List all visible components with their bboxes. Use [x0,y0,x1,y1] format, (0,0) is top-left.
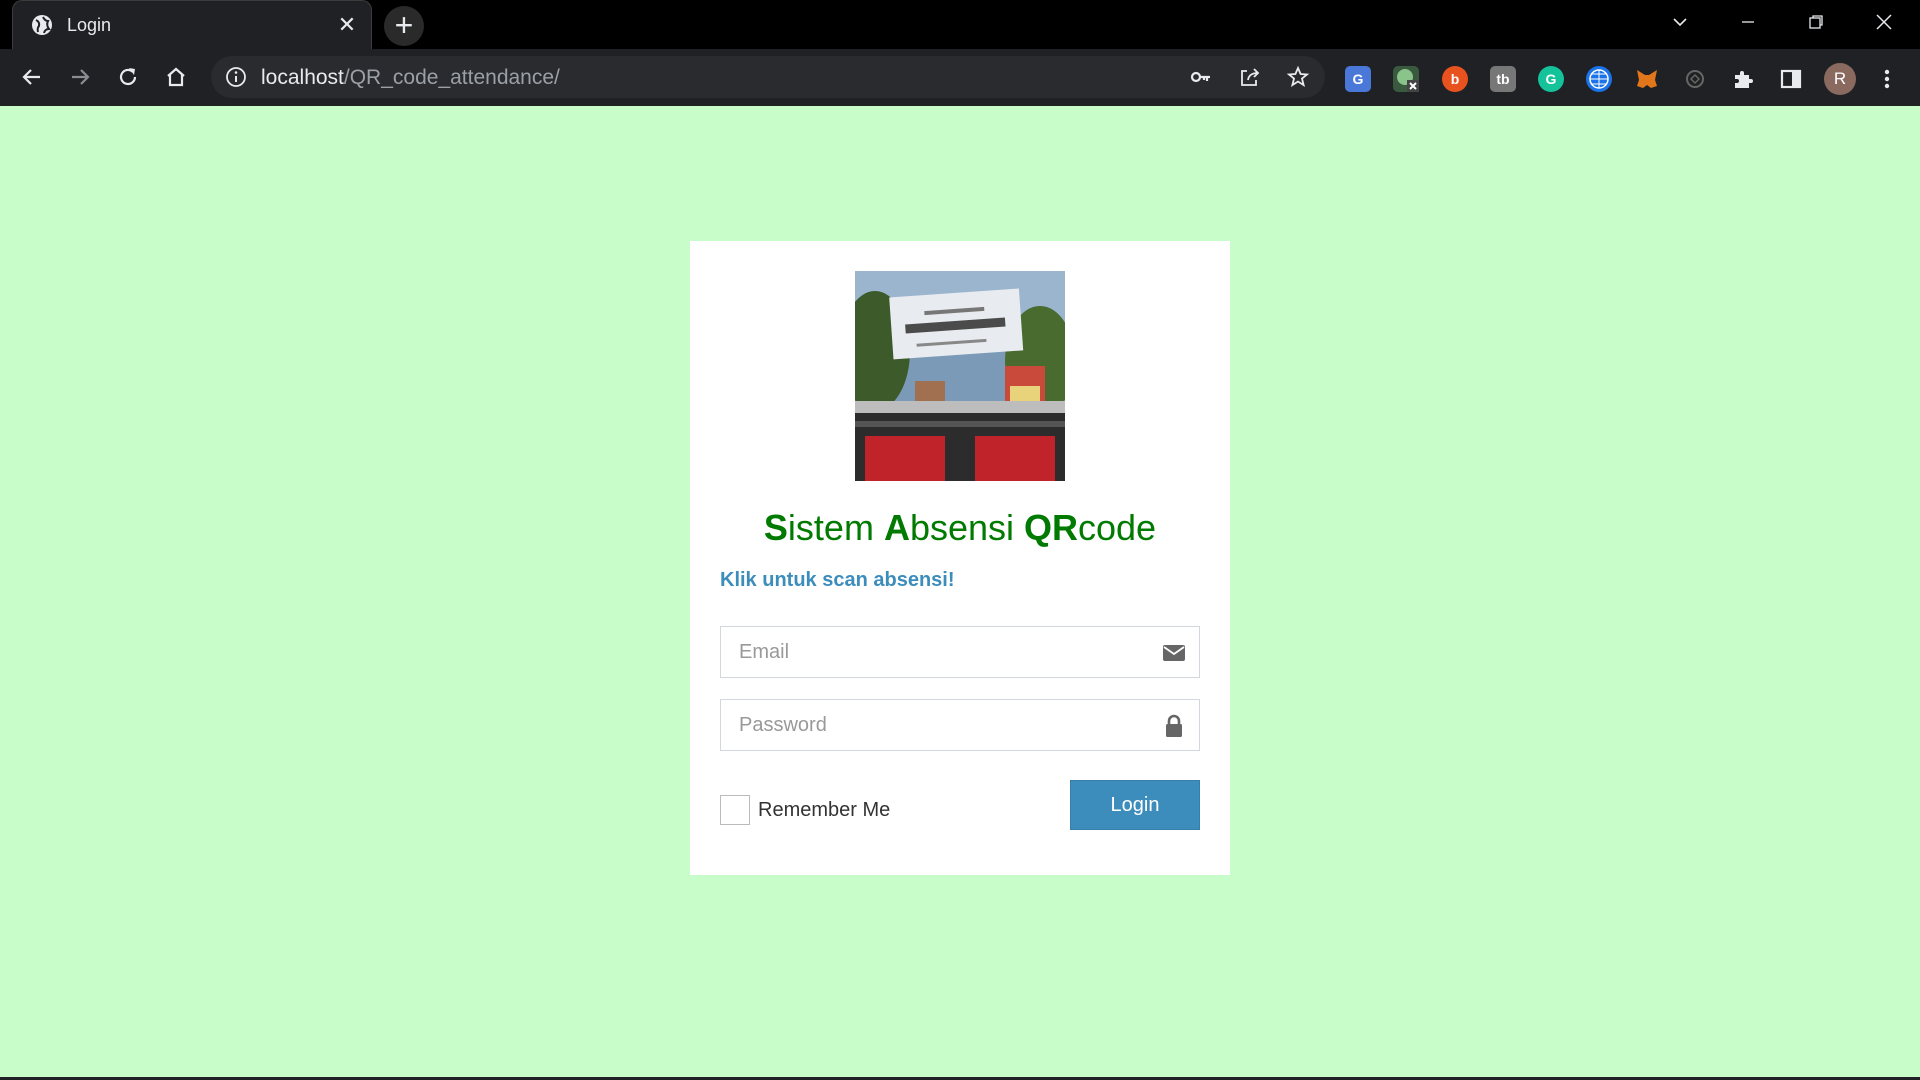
app-title-part: bsensi [909,507,1025,548]
lock-icon [1161,713,1187,739]
url-path: /QR_code_attendance/ [343,66,560,89]
tab-title: Login [67,15,112,35]
app-title-part: QR [1024,507,1079,548]
url-host: localhost [261,66,344,89]
minimize-icon[interactable] [1714,0,1782,44]
envelope-icon [1161,640,1187,666]
reload-icon[interactable] [110,59,146,95]
app-title-part: A [883,507,910,548]
browser-tab[interactable]: Login ✕ [12,0,372,50]
restore-icon[interactable] [1782,0,1850,44]
app-title-part: istem [787,507,884,548]
app-title-part: code [1078,507,1157,548]
site-info-icon[interactable] [225,66,247,88]
back-icon[interactable] [14,59,50,95]
url-text[interactable]: localhost/QR_code_attendance/ [261,66,560,90]
password-key-icon[interactable] [1189,65,1213,89]
bookmark-star-icon[interactable] [1286,65,1310,89]
forward-icon[interactable] [62,59,98,95]
extension-red-icon[interactable]: b [1442,66,1468,92]
login-button[interactable]: Login [1070,780,1200,830]
extension-sync-icon[interactable] [1682,66,1708,92]
tab-strip: Login ✕ + [0,0,1920,50]
home-icon[interactable] [158,59,194,95]
profile-avatar[interactable]: R [1824,63,1856,95]
metamask-fox-icon[interactable] [1634,66,1660,92]
password-input[interactable] [721,700,1141,750]
browser-toolbar: localhost/QR_code_attendance/ [0,49,1920,106]
app-title-part: S [763,507,788,548]
share-icon[interactable] [1238,65,1262,89]
login-card: Sistem Absensi QRcode Klik untuk scan ab… [690,241,1230,875]
app-title-text: Sistem Absensi QRcode [764,507,1156,548]
email-field[interactable] [720,626,1200,678]
remember-me-label[interactable]: Remember Me [758,799,890,822]
grammarly-icon[interactable]: G [1538,66,1564,92]
side-panel-icon[interactable] [1778,66,1804,92]
extensions-puzzle-icon[interactable] [1730,66,1756,92]
office-photo [855,271,1065,481]
scan-attendance-link[interactable]: Klik untuk scan absensi! [720,569,955,592]
globe-icon [32,15,52,35]
password-field[interactable] [720,699,1200,751]
tab-search-icon[interactable] [1646,0,1714,44]
address-bar[interactable]: localhost/QR_code_attendance/ [211,56,1325,98]
extension-x-icon[interactable] [1393,66,1419,92]
extension-tb-icon[interactable]: tb [1490,66,1516,92]
email-input[interactable] [721,627,1141,677]
menu-kebab-icon[interactable] [1874,66,1900,92]
google-translate-icon[interactable]: G [1345,66,1371,92]
new-tab-button[interactable]: + [384,6,424,46]
remember-me-checkbox[interactable] [720,795,750,825]
extension-globe-icon[interactable] [1586,66,1612,92]
app-title: Sistem Absensi QRcode [690,507,1230,549]
close-window-icon[interactable] [1850,0,1918,44]
close-tab-icon[interactable]: ✕ [335,13,359,37]
